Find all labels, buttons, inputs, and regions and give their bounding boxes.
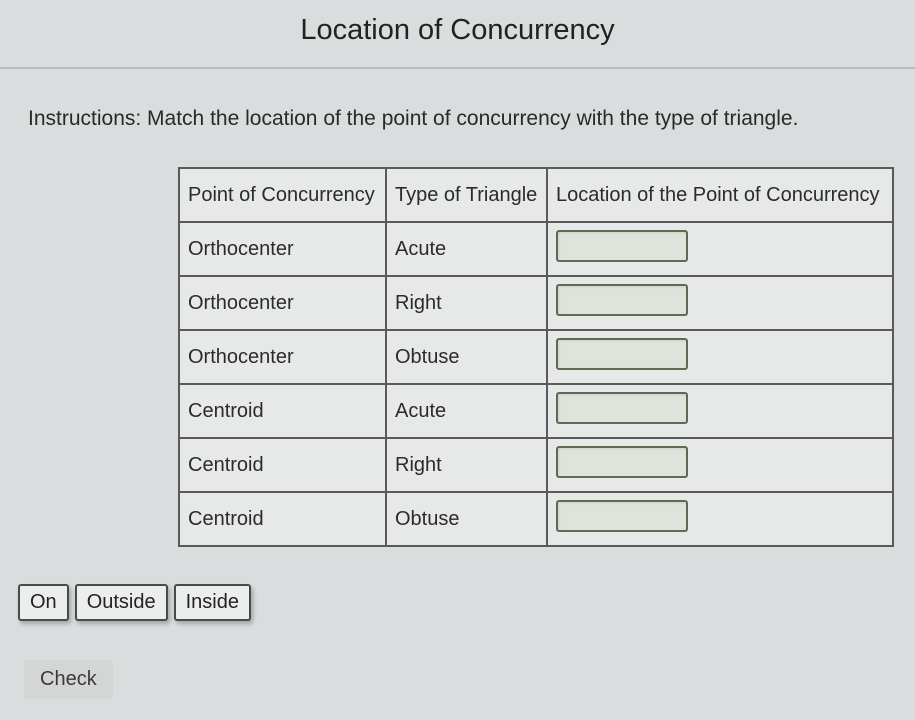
drop-target[interactable] xyxy=(556,284,688,316)
cell-point: Orthocenter xyxy=(179,330,386,384)
cell-type: Acute xyxy=(386,222,547,276)
col-header-point: Point of Concurrency xyxy=(179,168,386,222)
col-header-type: Type of Triangle xyxy=(386,168,547,222)
cell-type: Acute xyxy=(386,384,547,438)
cell-location xyxy=(547,222,893,276)
cell-point: Centroid xyxy=(179,384,386,438)
cell-point: Orthocenter xyxy=(179,276,386,330)
drop-target[interactable] xyxy=(556,230,688,262)
concurrency-table: Point of Concurrency Type of Triangle Lo… xyxy=(178,167,894,547)
drop-target[interactable] xyxy=(556,500,688,532)
table-row: Centroid Acute xyxy=(179,384,893,438)
cell-location xyxy=(547,438,893,492)
cell-location xyxy=(547,330,893,384)
drop-target[interactable] xyxy=(556,338,688,370)
check-button[interactable]: Check xyxy=(24,660,113,699)
table-row: Centroid Obtuse xyxy=(179,492,893,546)
instructions-text: Instructions: Match the location of the … xyxy=(0,69,915,131)
cell-point: Centroid xyxy=(179,492,386,546)
cell-point: Centroid xyxy=(179,438,386,492)
table-header-row: Point of Concurrency Type of Triangle Lo… xyxy=(179,168,893,222)
cell-location xyxy=(547,276,893,330)
cell-type: Right xyxy=(386,438,547,492)
drop-target[interactable] xyxy=(556,392,688,424)
cell-location xyxy=(547,384,893,438)
chip-pool: On Outside Inside xyxy=(18,584,251,621)
cell-type: Obtuse xyxy=(386,492,547,546)
page-title: Location of Concurrency xyxy=(0,0,915,47)
table-row: Orthocenter Acute xyxy=(179,222,893,276)
cell-point: Orthocenter xyxy=(179,222,386,276)
table-row: Orthocenter Obtuse xyxy=(179,330,893,384)
cell-location xyxy=(547,492,893,546)
chip-inside[interactable]: Inside xyxy=(174,584,251,621)
chip-on[interactable]: On xyxy=(18,584,69,621)
col-header-location: Location of the Point of Concurrency xyxy=(547,168,893,222)
drop-target[interactable] xyxy=(556,446,688,478)
cell-type: Obtuse xyxy=(386,330,547,384)
cell-type: Right xyxy=(386,276,547,330)
chip-outside[interactable]: Outside xyxy=(75,584,168,621)
table-row: Centroid Right xyxy=(179,438,893,492)
table-row: Orthocenter Right xyxy=(179,276,893,330)
